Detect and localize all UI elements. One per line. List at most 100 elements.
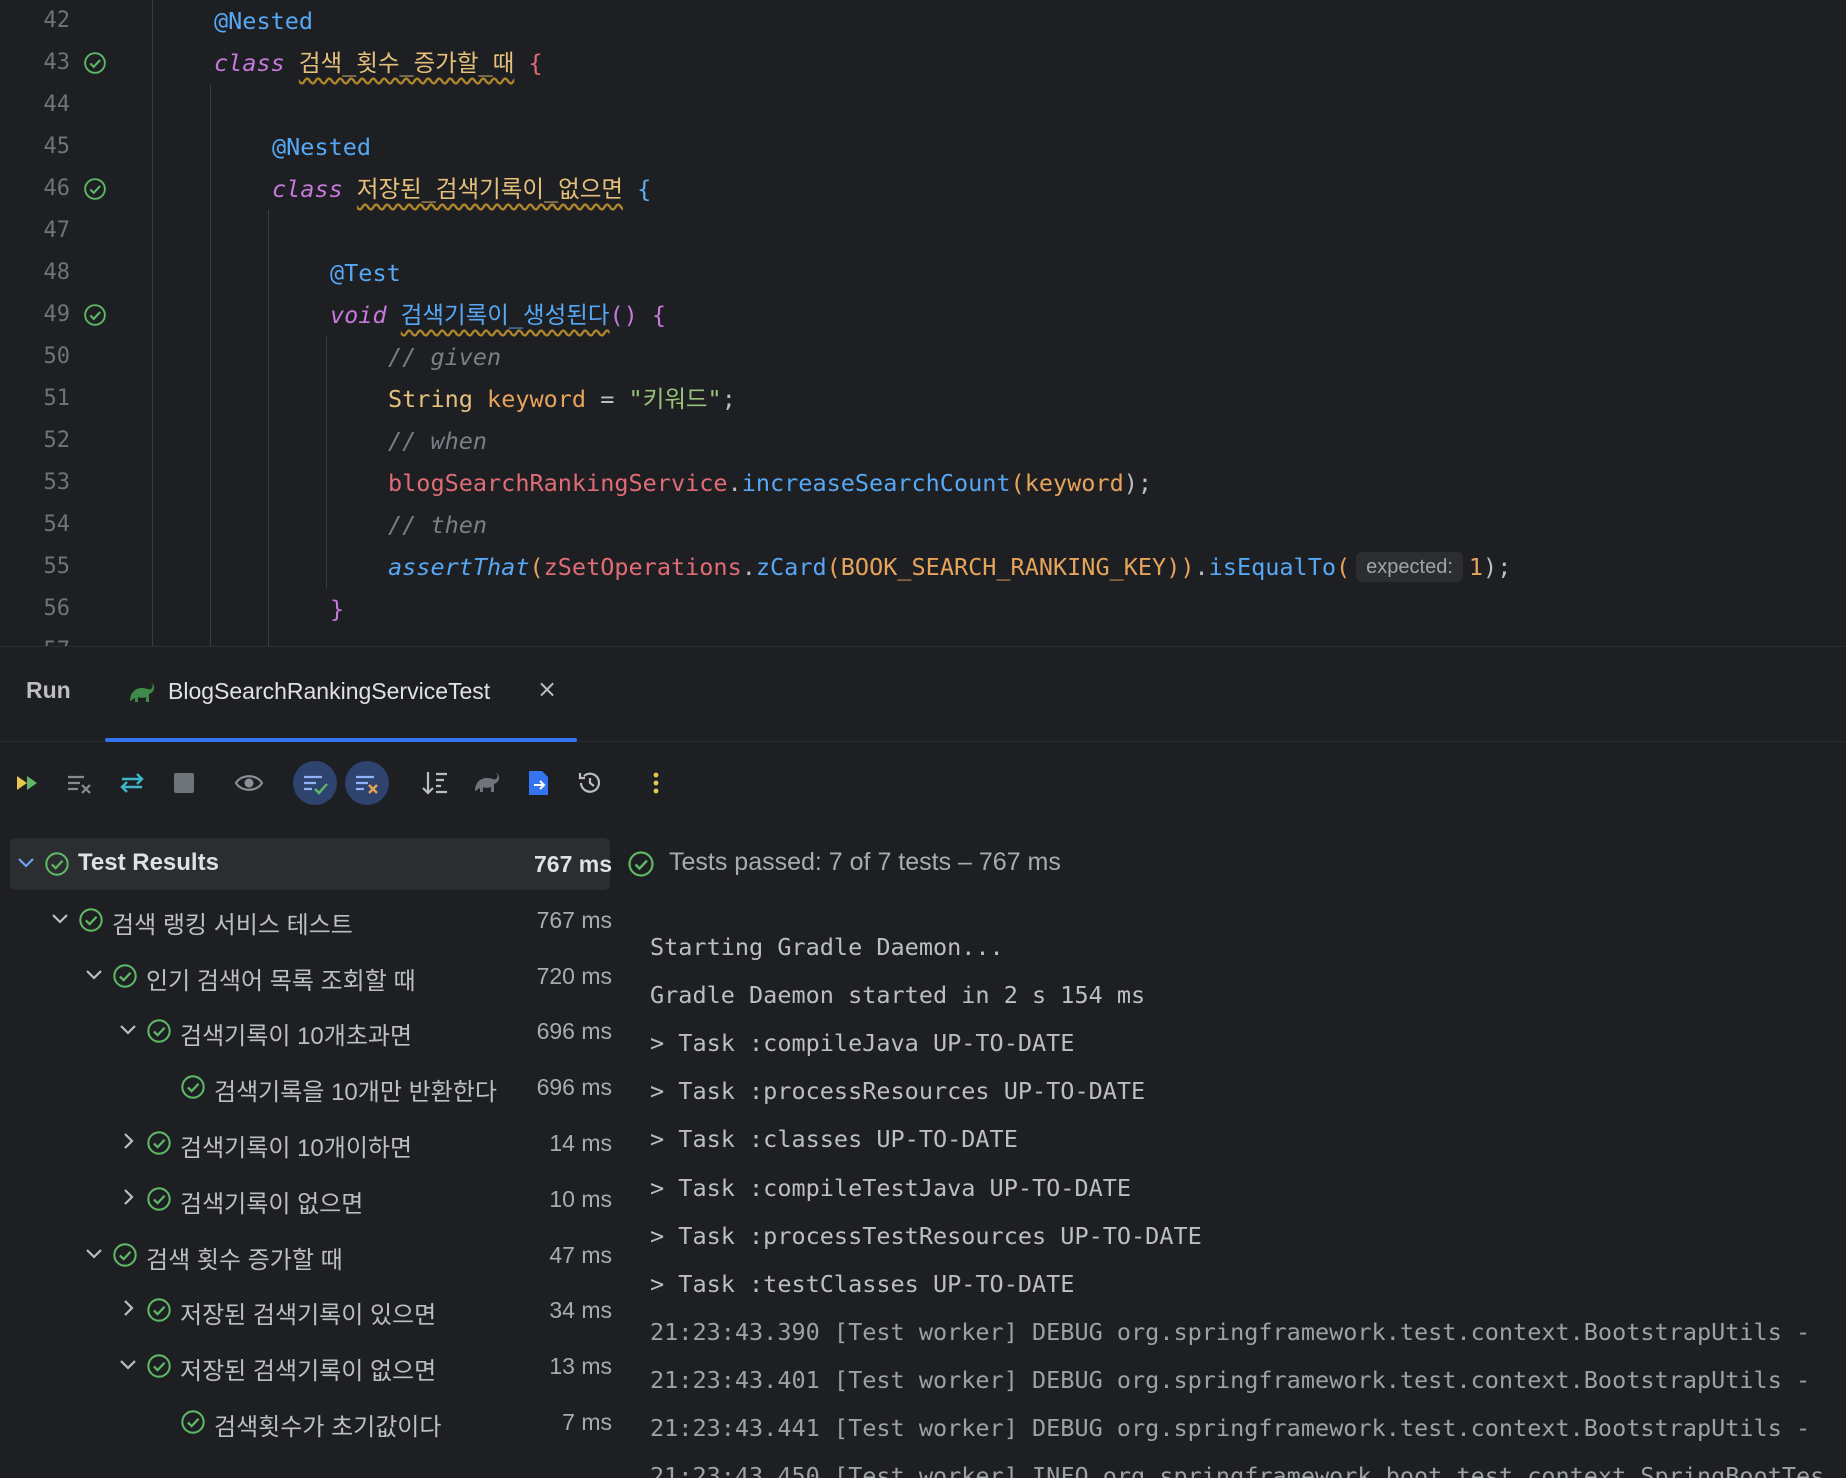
code-token: zSetOperations — [543, 553, 742, 581]
run-tool-window-header: Run BlogSearchRankingServiceTest × — [0, 646, 1846, 742]
test-tree-item[interactable]: 검색 랭킹 서비스 테스트 767 ms — [10, 894, 612, 946]
code-token: 검색_횟수_증가할_때 — [298, 49, 515, 77]
code-text: } — [330, 588, 344, 630]
chevron-right-icon[interactable] — [118, 1187, 138, 1207]
line-number: 52 — [43, 428, 71, 453]
code-token: zCard — [755, 553, 827, 581]
code-line[interactable]: 45 @Nested — [0, 126, 1846, 168]
code-line[interactable]: 43 class 검색_횟수_증가할_때 { — [0, 42, 1846, 84]
code-line[interactable]: 50 // given — [0, 336, 1846, 378]
console-output[interactable]: Tests passed: 7 of 7 tests – 767 ms Star… — [620, 826, 1846, 1478]
stop-button[interactable] — [162, 761, 206, 805]
sort-button[interactable] — [413, 761, 457, 805]
test-tree-item[interactable]: 저장된 검색기록이 없으면 13 ms — [10, 1340, 612, 1392]
code-token: ; — [721, 385, 736, 413]
test-tree-item[interactable]: 검색기록을 10개만 반환한다 696 ms — [10, 1061, 612, 1113]
line-number: 46 — [43, 176, 71, 201]
code-token: { — [514, 49, 543, 77]
line-number: 49 — [43, 302, 71, 327]
code-line[interactable]: 44 — [0, 84, 1846, 126]
test-duration: 7 ms — [562, 1409, 612, 1435]
rerun-button[interactable] — [6, 761, 50, 805]
code-token: "키워드" — [628, 385, 722, 413]
line-number: 57 — [0, 630, 71, 646]
code-line[interactable]: 49 void 검색기록이_생성된다() { — [0, 294, 1846, 336]
line-number: 54 — [43, 512, 71, 537]
show-hidden-button[interactable] — [227, 761, 271, 805]
tab-title: BlogSearchRankingServiceTest — [168, 678, 491, 704]
code-line[interactable]: 53 blogSearchRankingService.increaseSearc… — [0, 462, 1846, 504]
chevron-down-icon[interactable] — [118, 1354, 138, 1374]
code-line[interactable]: 42 @Nested — [0, 0, 1846, 42]
check-circle-icon — [146, 1297, 172, 1323]
export-button[interactable] — [516, 761, 560, 805]
test-tree-item[interactable]: 검색 횟수 증가할 때 47 ms — [10, 1229, 612, 1281]
code-line[interactable]: 57 — [0, 630, 1846, 646]
chevron-down-icon[interactable] — [84, 1243, 104, 1263]
check-circle-icon — [146, 1186, 172, 1212]
code-token: ( — [1010, 469, 1025, 497]
test-tree-item[interactable]: 저장된 검색기록이 있으면 34 ms — [10, 1284, 612, 1336]
sort-icon — [422, 772, 447, 795]
check-circle-icon — [78, 907, 104, 933]
history-button[interactable] — [568, 761, 612, 805]
chevron-down-icon[interactable] — [16, 852, 36, 872]
test-results-tree[interactable]: Test Results 767 ms 검색 랭킹 서비스 테스트 767 ms 인기 … — [0, 838, 620, 1478]
toggle-autotest-button[interactable] — [110, 761, 154, 805]
run-test-gutter-icon[interactable] — [83, 303, 107, 327]
tab-run-configuration[interactable]: BlogSearchRankingServiceTest × — [105, 647, 577, 742]
test-tree-item[interactable]: 검색기록이 10개이하면 14 ms — [10, 1117, 612, 1169]
code-text: class 저장된_검색기록이_없으면 { — [272, 168, 651, 210]
chevron-down-icon[interactable] — [118, 1019, 138, 1039]
test-tree-item[interactable]: 인기 검색어 목록 조회할 때 720 ms — [10, 950, 612, 1002]
test-name: 검색기록이 10개초과면 — [180, 1023, 413, 1051]
code-token: void — [330, 301, 401, 329]
check-circle-icon — [180, 1074, 206, 1100]
check-circle-icon — [112, 963, 138, 989]
test-name: Test Results — [78, 849, 219, 876]
gradle-button[interactable] — [465, 761, 509, 805]
run-test-gutter-icon[interactable] — [83, 51, 107, 75]
more-button[interactable] — [634, 761, 678, 805]
code-line[interactable]: 51 String keyword = "키워드"; — [0, 378, 1846, 420]
code-editor[interactable]: 42 @Nested 43 class 검색_횟수_증가할_때 {44 45 @Neste… — [0, 0, 1846, 646]
code-token: = — [586, 385, 629, 413]
close-icon[interactable]: × — [537, 675, 557, 703]
chevron-right-icon[interactable] — [118, 1131, 138, 1151]
test-duration: 13 ms — [549, 1353, 612, 1380]
show-ignored-button[interactable] — [345, 761, 389, 805]
console-line: 21:23:43.401 [Test worker] DEBUG org.spr… — [650, 1365, 1811, 1394]
test-duration: 720 ms — [536, 962, 612, 989]
check-circle-icon — [44, 851, 70, 877]
test-tree-item[interactable]: 검색횟수가 초기값이다 7 ms — [10, 1396, 612, 1448]
toggle-autotest-icon — [120, 773, 144, 793]
chevron-right-icon[interactable] — [118, 1298, 138, 1318]
run-test-gutter-icon[interactable] — [83, 177, 107, 201]
check-circle-icon — [180, 1409, 206, 1435]
show-passed-button[interactable] — [293, 761, 337, 805]
line-number: 50 — [43, 344, 71, 369]
code-text: String keyword = "키워드"; — [388, 378, 736, 420]
code-line[interactable]: 54 // then — [0, 504, 1846, 546]
test-results-root[interactable]: Test Results 767 ms — [10, 838, 612, 890]
test-name: 검색횟수가 초기값이다 — [214, 1414, 442, 1441]
gradle-icon — [475, 772, 500, 792]
code-text: // then — [388, 504, 487, 546]
code-token: { — [623, 175, 652, 203]
code-line[interactable]: 52 // when — [0, 420, 1846, 462]
console-line: 21:23:43.450 [Test worker] INFO org.spri… — [650, 1462, 1825, 1478]
code-line[interactable]: 46 class 저장된_검색기록이_없으면 { — [0, 168, 1846, 210]
code-line[interactable]: 55 assertThat(zSetOperations.zCard(BOOK_S… — [0, 546, 1846, 588]
code-token: // when — [388, 427, 488, 455]
code-line[interactable]: 56} — [0, 588, 1846, 630]
stop-icon — [174, 773, 194, 793]
code-line[interactable]: 48 @Test — [0, 252, 1846, 294]
test-tree-item[interactable]: 검색기록이 없으면 10 ms — [10, 1173, 612, 1225]
code-line[interactable]: 47 — [0, 210, 1846, 252]
console-line: > Task :classes UP-TO-DATE — [650, 1125, 1018, 1154]
code-token: keyword — [487, 385, 587, 413]
chevron-down-icon[interactable] — [50, 908, 70, 928]
chevron-down-icon[interactable] — [84, 964, 104, 984]
rerun-failed-button[interactable] — [57, 761, 101, 805]
test-tree-item[interactable]: 검색기록이 10개초과면 696 ms — [10, 1005, 612, 1057]
